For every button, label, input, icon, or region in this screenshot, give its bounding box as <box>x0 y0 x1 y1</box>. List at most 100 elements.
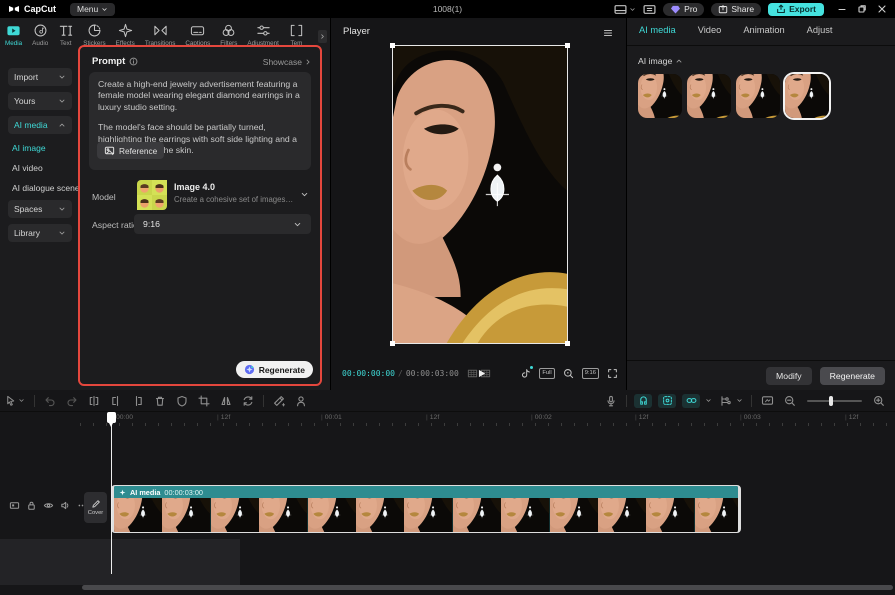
fullscreen-button[interactable] <box>607 368 618 379</box>
mirror-button[interactable] <box>220 395 232 407</box>
chevron-down-icon <box>293 220 302 229</box>
model-dropdown[interactable]: Image 4.0 Create a cohesive set of image… <box>134 178 311 212</box>
close-button[interactable] <box>877 4 887 14</box>
player-title: Player <box>343 26 370 37</box>
lock-track-icon[interactable] <box>26 500 37 511</box>
zoom-slider-thumb[interactable] <box>829 395 833 406</box>
playhead-handle[interactable] <box>107 412 116 427</box>
export-button[interactable]: Export <box>768 2 824 16</box>
timeline-scrollbar[interactable] <box>82 585 893 590</box>
video-clip[interactable]: AI media 00:00:03:00 <box>111 485 741 533</box>
zoom-out-button[interactable] <box>784 395 796 407</box>
hide-track-icon[interactable] <box>43 500 54 511</box>
modify-button[interactable]: Modify <box>766 366 812 385</box>
share-button[interactable]: Share <box>711 2 762 16</box>
tab-text[interactable]: Text <box>53 20 78 50</box>
chevron-down-icon[interactable] <box>705 397 712 404</box>
sidebar-item-ai-image[interactable]: AI image <box>12 143 46 153</box>
play-button[interactable] <box>476 368 487 379</box>
info-icon[interactable] <box>129 57 138 66</box>
auto-ripple-toggle[interactable] <box>658 393 676 408</box>
filmstrip-frame <box>404 498 452 532</box>
aspect-ratio-dropdown[interactable]: 9:16 <box>134 214 311 234</box>
ribbon-expand-button[interactable] <box>318 30 327 43</box>
pencil-icon <box>91 499 101 509</box>
select-tool-button[interactable] <box>5 395 25 406</box>
trim-left-button[interactable] <box>110 395 122 407</box>
ai-image-thumbnail[interactable] <box>736 74 780 118</box>
sidebar-item-yours[interactable]: Yours <box>8 92 72 110</box>
restore-button[interactable] <box>857 4 867 14</box>
timeline-ruler[interactable]: 00:00 | 12f | 00:01 | 12f | 00:02 | 12f | 00:03 | 12f <box>80 412 895 428</box>
delete-button[interactable] <box>154 395 166 407</box>
ruler-label: | 00:02 <box>531 414 552 421</box>
preview-canvas[interactable] <box>390 43 570 346</box>
reference-button[interactable]: Reference <box>97 142 165 159</box>
preview-axis-button[interactable] <box>761 395 774 406</box>
magic-tools-button[interactable] <box>273 395 285 407</box>
sidebar-item-ai-video[interactable]: AI video <box>12 163 43 173</box>
player-menu-icon[interactable] <box>602 27 614 39</box>
properties-tab-adjust[interactable]: Adjust <box>807 25 833 35</box>
sidebar-item-import[interactable]: Import <box>8 68 72 86</box>
regenerate-button[interactable]: Regenerate <box>235 361 313 378</box>
ai-image-thumbnail[interactable] <box>638 74 682 118</box>
zoom-in-button[interactable] <box>873 395 885 407</box>
mask-button[interactable] <box>176 395 188 407</box>
zoom-fit-button[interactable] <box>563 368 574 379</box>
selection-handle-tr[interactable] <box>565 43 570 48</box>
link-clips-toggle[interactable] <box>682 393 700 408</box>
properties-tab-animation[interactable]: Animation <box>743 25 784 35</box>
ai-image-thumbnail[interactable] <box>687 74 731 118</box>
sidebar-item-library[interactable]: Library <box>8 224 72 242</box>
filmstrip-frame <box>308 498 356 532</box>
cover-button[interactable]: Cover <box>84 492 107 523</box>
mute-track-icon[interactable] <box>60 500 71 511</box>
replace-button[interactable] <box>242 395 254 407</box>
layout-toggle-icon[interactable] <box>614 4 627 15</box>
trim-right-button[interactable] <box>132 395 144 407</box>
track-levels-button[interactable] <box>719 395 731 407</box>
crop-button[interactable] <box>198 395 210 407</box>
sidebar-item-ai-media[interactable]: AI media <box>8 116 72 134</box>
showcase-link[interactable]: Showcase <box>263 57 312 67</box>
main-track-icon[interactable] <box>9 500 20 511</box>
filmstrip-frame <box>598 498 646 532</box>
ai-image-section-header[interactable]: AI image <box>638 56 683 66</box>
regenerate-variant-button[interactable]: Regenerate <box>819 366 885 385</box>
divider <box>627 45 895 46</box>
panel-layout-icon[interactable] <box>643 4 656 15</box>
properties-tab-ai-media[interactable]: AI media <box>639 25 676 35</box>
timeline-zoom-slider[interactable] <box>807 395 862 406</box>
thumbnail-image <box>687 74 731 118</box>
minimize-button[interactable] <box>837 4 847 14</box>
chevron-right-icon <box>319 33 326 40</box>
menu-button[interactable]: Menu <box>70 2 116 16</box>
tiktok-preview-button[interactable] <box>520 365 534 379</box>
selection-handle-br[interactable] <box>565 341 570 346</box>
chevron-down-icon[interactable] <box>629 6 636 13</box>
ai-image-thumbnail[interactable] <box>785 74 829 118</box>
sidebar-item-ai-dialogue-scene[interactable]: AI dialogue scene <box>12 183 80 193</box>
chevron-down-icon[interactable] <box>736 397 743 404</box>
split-button[interactable] <box>88 395 100 407</box>
selection-handle-bl[interactable] <box>390 341 395 346</box>
ruler-label: | 00:01 <box>321 414 342 421</box>
undo-button[interactable] <box>44 395 56 407</box>
ruler-label: | 12f <box>217 414 231 421</box>
redo-button[interactable] <box>66 395 78 407</box>
ratio-button[interactable]: 9:16 <box>581 367 599 379</box>
record-voiceover-button[interactable] <box>605 395 617 407</box>
tab-media[interactable]: Media <box>0 20 27 50</box>
main-track-magnet-toggle[interactable] <box>634 393 652 408</box>
tab-audio[interactable]: Audio <box>27 20 53 50</box>
playhead-line[interactable] <box>111 412 112 574</box>
sidebar-item-spaces[interactable]: Spaces <box>8 200 72 218</box>
time-current: 00:00:00:00 <box>342 368 395 378</box>
full-quality-button[interactable]: Full <box>539 367 555 379</box>
selection-handle-tl[interactable] <box>390 43 395 48</box>
properties-tab-video[interactable]: Video <box>698 25 722 35</box>
character-button[interactable] <box>295 395 307 407</box>
pro-badge[interactable]: Pro <box>663 2 705 16</box>
chevron-down-icon <box>58 229 66 237</box>
